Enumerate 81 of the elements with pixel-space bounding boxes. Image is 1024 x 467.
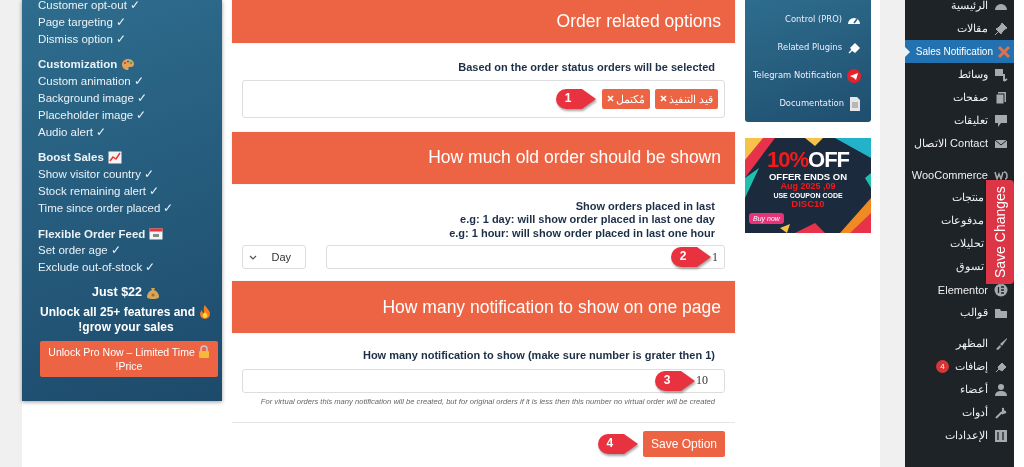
- plug-icon: [847, 41, 861, 54]
- feature-item: Set order age ✓: [38, 243, 122, 259]
- feature-group-heading: Boost Sales: [38, 150, 104, 166]
- brush-icon: [994, 336, 1008, 351]
- menu-item[interactable]: الرئيسية: [905, 0, 1014, 17]
- feature-item: Stock remaining alert ✓: [38, 183, 161, 199]
- feature-item: Audio alert ✓: [38, 124, 108, 140]
- field-label: e.g: 1 day: will show order placed in last one day: [459, 213, 716, 227]
- wrench-icon: [994, 405, 1008, 420]
- menu-item[interactable]: صفحات: [905, 86, 1014, 109]
- section-header: Order related options: [232, 0, 735, 43]
- field-label: Based on the order status orders will be selected: [457, 61, 716, 75]
- pages-icon: [994, 90, 1008, 105]
- promo-headline: !grow your sales: [78, 319, 174, 334]
- menu-item[interactable]: أدوات: [905, 401, 1014, 424]
- remove-icon: [607, 95, 615, 102]
- feature-item: Show visitor country ✓: [38, 167, 156, 183]
- feature-group-heading: Customization: [38, 57, 118, 73]
- menu-item[interactable]: منتجات: [905, 186, 986, 209]
- elementor-icon: [994, 282, 1008, 297]
- menu-item[interactable]: مدفوعات: [905, 209, 986, 232]
- unit-select[interactable]: Day: [242, 245, 306, 269]
- menu-item[interactable]: المظهر: [905, 332, 1014, 355]
- field-label: How many notification to show (make sure number is grater then 1): [361, 349, 716, 363]
- sidebar-link[interactable]: Control (PRO): [749, 11, 861, 28]
- telegram-icon: [847, 68, 861, 83]
- callout-marker: 3: [654, 369, 696, 392]
- media-icon: [994, 67, 1008, 82]
- callout-marker: 1: [555, 87, 598, 110]
- feature-item: Time since order placed ✓: [38, 200, 175, 216]
- field-label: e.g: 1 hour: will show order placed in last one hour: [448, 226, 716, 240]
- menu-item[interactable]: تعليقات: [905, 109, 1014, 132]
- coupon-code: DISC10: [791, 198, 825, 208]
- discount-text: 10%: [766, 149, 808, 171]
- pin-icon: [994, 21, 1008, 36]
- discount-text: OFF: [808, 149, 849, 171]
- sidebar-link[interactable]: Documentation: [749, 95, 861, 112]
- menu-item[interactable]: مقالات: [905, 17, 1014, 40]
- offer-date: Aug 2025 ,09: [779, 181, 837, 191]
- sidebar-link[interactable]: Related Plugins: [749, 39, 861, 56]
- offer-text: OFFER ENDS ON: [767, 172, 849, 182]
- callout-marker: 2: [670, 246, 712, 268]
- promo-headline: Unlock all 25+ features and: [39, 304, 196, 320]
- sidebar-link[interactable]: Telegram Notification: [749, 67, 861, 84]
- menu-item[interactable]: أعضاء: [905, 378, 1014, 401]
- fire-icon: [198, 305, 213, 320]
- count-input[interactable]: 3 10: [242, 368, 725, 393]
- feature-item: Page targeting ✓: [38, 14, 127, 30]
- speech-bubble-icon: [994, 113, 1008, 128]
- feature-item: Dismiss option ✓: [38, 31, 127, 47]
- save-changes-tab[interactable]: Save Changes: [986, 180, 1014, 284]
- feature-group-heading: Flexible Order Feed: [38, 226, 146, 242]
- section-header: How much old order should be shown: [232, 131, 735, 184]
- menu-item[interactable]: Sales Notification: [905, 40, 1014, 63]
- menu-item[interactable]: تسوق: [905, 255, 986, 278]
- settings-icon: [994, 428, 1008, 443]
- feature-item: Placeholder image ✓: [38, 107, 148, 123]
- chart-icon: [107, 151, 122, 165]
- menu-item[interactable]: الإعدادات: [905, 424, 1014, 447]
- price-text: Just $22: [92, 284, 142, 299]
- menu-item[interactable]: الاتصال Contact: [905, 132, 1014, 155]
- callout-marker: 4: [596, 432, 639, 455]
- field-label: Show orders placed in last: [574, 199, 716, 213]
- calendar-icon: [149, 227, 164, 241]
- chevron-down-icon: [249, 254, 257, 260]
- user-icon: [994, 382, 1008, 397]
- palette-icon: [121, 58, 136, 72]
- feature-item: Customer opt-out ✓: [38, 0, 142, 13]
- document-icon: [849, 96, 861, 111]
- cross-icon: [997, 44, 1011, 59]
- menu-item[interactable]: تحليلات: [905, 232, 986, 255]
- section-header: How many notification to show on one page: [232, 281, 735, 333]
- menu-item[interactable]: وسائط: [905, 63, 1014, 86]
- menu-item[interactable]: قوالب: [905, 301, 1014, 324]
- count-badge: 4: [936, 360, 949, 373]
- feature-item: Background image ✓: [38, 91, 149, 106]
- remove-icon: [660, 95, 668, 102]
- feature-item: Custom animation ✓: [38, 74, 145, 90]
- lock-icon: [197, 344, 210, 358]
- duration-input[interactable]: 2 1: [326, 245, 725, 269]
- feature-item: Exclude out-of-stock ✓: [38, 260, 157, 276]
